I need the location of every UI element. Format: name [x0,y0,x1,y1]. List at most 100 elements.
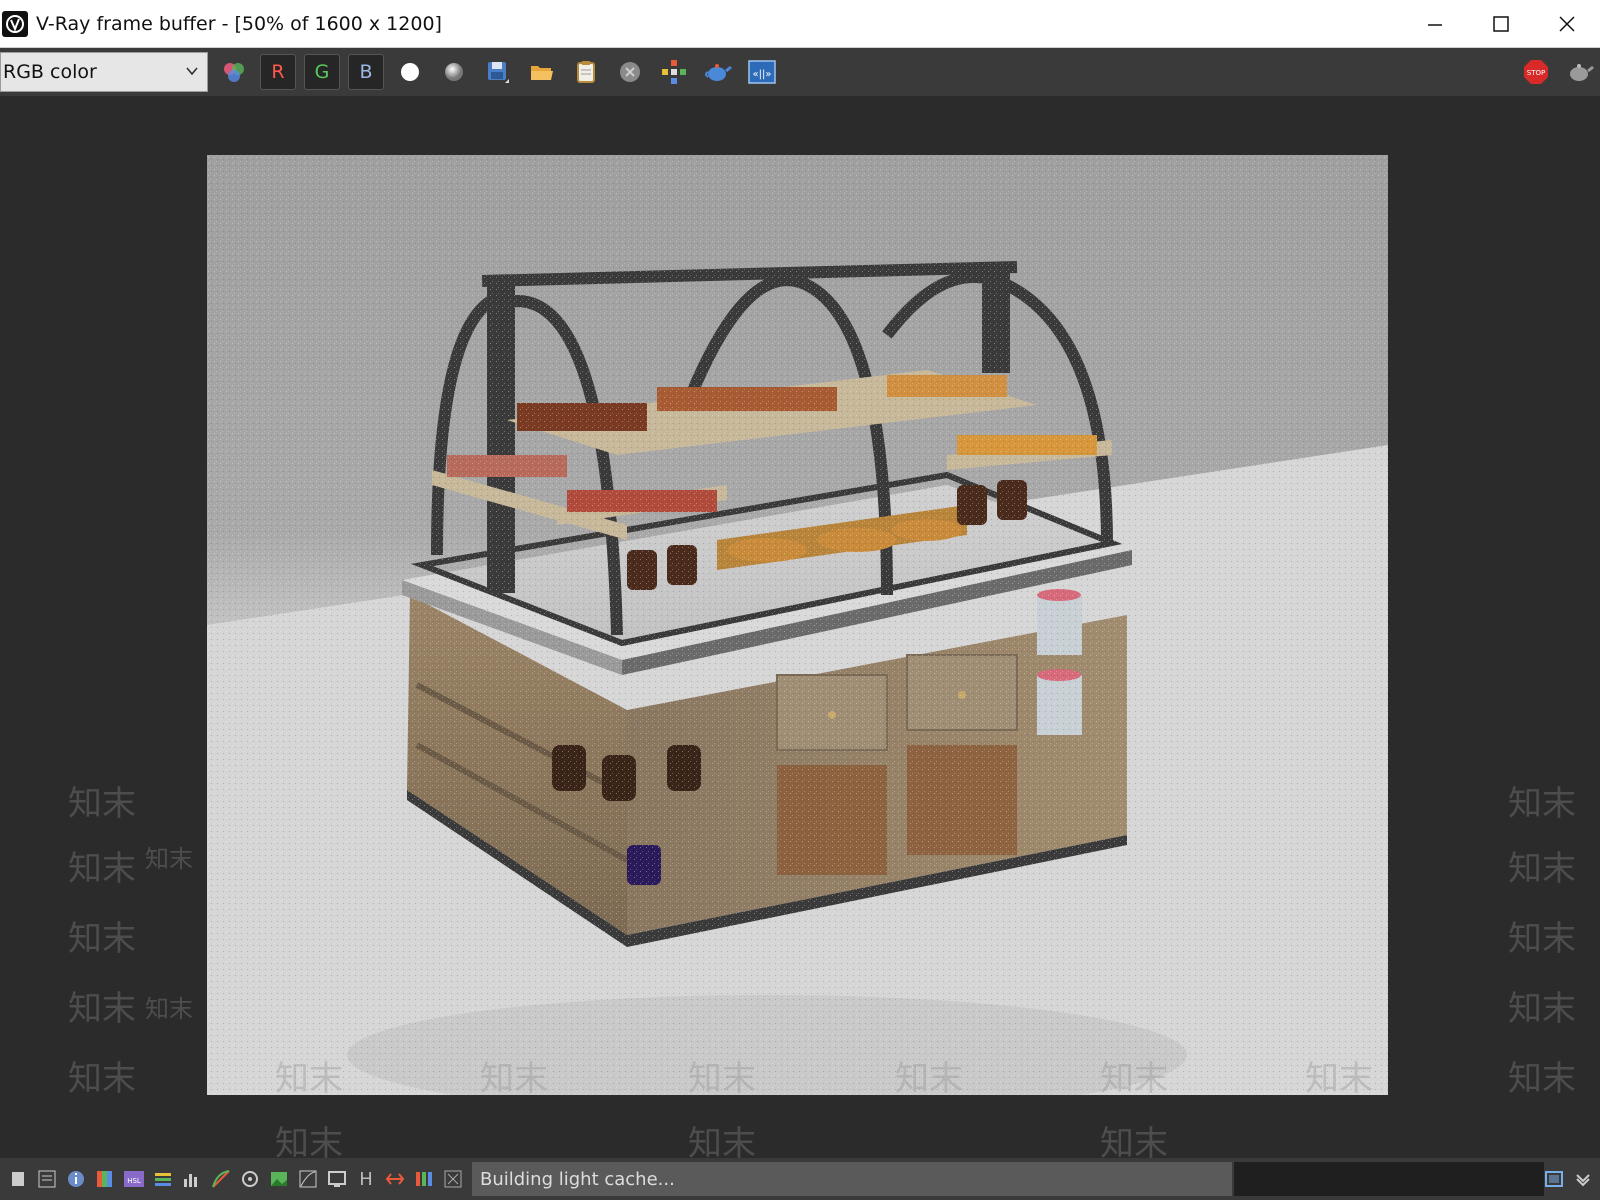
save-icon [488,62,509,83]
watermark-text: 知末 [1508,784,1576,824]
chevron-down-icon [186,67,198,76]
fit-window-icon [1545,1171,1563,1187]
save-image-button[interactable] [480,54,516,90]
levels-icon [97,1171,112,1187]
red-channel-button[interactable]: R [260,54,296,90]
lens-effects-button[interactable] [442,1168,464,1190]
channel-select-value: RGB color [3,61,97,83]
render-button[interactable] [700,54,736,90]
hsl-button[interactable]: HSL [123,1168,145,1190]
watermark-text: 知末 [68,849,136,889]
minimize-icon [1428,24,1442,26]
channels-button[interactable] [413,1168,435,1190]
svg-text:HSL: HSL [127,1177,141,1185]
panel-icon [12,1172,24,1186]
status-message: Building light cache... [472,1162,1232,1196]
info-button[interactable] [65,1168,87,1190]
watermark-text: 知末 [145,845,193,873]
close-icon [1559,16,1575,32]
blue-channel-label: B [359,61,373,83]
blue-channel-button[interactable]: B [348,54,384,90]
fit-window-button[interactable] [1543,1168,1565,1190]
track-mouse-button[interactable] [656,54,692,90]
histogram-icon [184,1174,197,1187]
stop-icon: STOP [1524,60,1548,84]
watermark-text: 知末 [688,1124,756,1158]
window-title: V-Ray frame buffer - [50% of 1600 x 1200… [36,12,442,35]
svg-text:«||»: «||» [753,69,772,80]
status-bar: HSL H Building light cache... [0,1158,1600,1200]
minimize-button[interactable] [1402,0,1468,48]
bakery-display-render-image [207,155,1388,1095]
title-bar: V-Ray frame buffer - [50% of 1600 x 1200… [0,0,1600,48]
display-icon [328,1171,346,1187]
render-teapot-icon [705,64,732,81]
expand-button[interactable] [1572,1168,1594,1190]
panel-toggle-button[interactable] [7,1168,29,1190]
watermark-text: 知末 [68,784,136,824]
exposure-button[interactable] [239,1168,261,1190]
copy-to-clipboard-button[interactable] [568,54,604,90]
red-channel-label: R [271,61,285,83]
color-levels-button[interactable] [94,1168,116,1190]
curves-button[interactable] [210,1168,232,1190]
background-button[interactable] [268,1168,290,1190]
track-mouse-icon [662,60,686,84]
histogram-button[interactable] [181,1168,203,1190]
watermark-text: 知末 [1508,849,1576,889]
stop-render-button[interactable]: STOP [1518,54,1554,90]
render-image [207,155,1388,1095]
channels-icon [416,1172,432,1186]
green-channel-label: G [314,61,330,83]
lut-icon [299,1170,317,1188]
watermark-text: 知末 [1100,1124,1168,1158]
status-text: Building light cache... [480,1168,675,1190]
watermark-text: 知末 [1508,1059,1576,1099]
lens-icon [444,1170,462,1188]
progress-bar [1234,1162,1544,1196]
open-folder-icon [531,66,553,80]
svg-text:STOP: STOP [1527,69,1545,77]
load-image-button[interactable] [524,54,560,90]
render-last-button[interactable] [1562,54,1598,90]
alpha-button[interactable] [392,54,428,90]
toolbar-right-group: STOP [1510,48,1600,96]
color-corrections-button[interactable] [216,54,252,90]
compare-button[interactable] [384,1168,406,1190]
statusbar-right-group [1536,1158,1600,1200]
watermark-text: 知末 [275,1124,343,1158]
toolbar: RGB color R G B «||» STOP [0,48,1600,96]
ocio-button[interactable] [326,1168,348,1190]
white-circle-icon [401,63,419,81]
watermark-text: 知末 [68,919,136,959]
render-last-icon [1570,64,1594,81]
color-balance-button[interactable] [152,1168,174,1190]
exposure-icon [242,1171,258,1187]
close-button[interactable] [1534,0,1600,48]
mono-button[interactable] [436,54,472,90]
green-channel-button[interactable]: G [304,54,340,90]
compare-icon [385,1173,405,1185]
lut-button[interactable] [297,1168,319,1190]
hsl-icon: HSL [124,1171,144,1187]
watermark-text: 知末 [1508,919,1576,959]
curves-icon [212,1170,230,1188]
render-viewport[interactable]: 知末 知末 知末 知末 知末 知末 知末 知末 知末 知末 知末 知末 知末 知… [0,96,1600,1158]
gray-sphere-icon [445,63,463,81]
render-history-button[interactable] [36,1168,58,1190]
vray-logo-icon [2,10,28,37]
history-icon [38,1170,56,1188]
watermark-text: 知末 [68,1059,136,1099]
channel-select[interactable]: RGB color [0,52,208,92]
chevron-down-icon [1576,1174,1590,1187]
info-icon [68,1171,84,1187]
image-icon [271,1172,287,1186]
clipboard-icon [577,61,595,83]
region-render-button[interactable]: «||» [744,54,780,90]
maximize-button[interactable] [1468,0,1534,48]
h-button[interactable]: H [355,1168,377,1190]
watermark-text: 知末 [68,989,136,1029]
maximize-icon [1493,16,1509,32]
watermark-text: 知末 [1508,989,1576,1029]
clear-image-button[interactable] [612,54,648,90]
